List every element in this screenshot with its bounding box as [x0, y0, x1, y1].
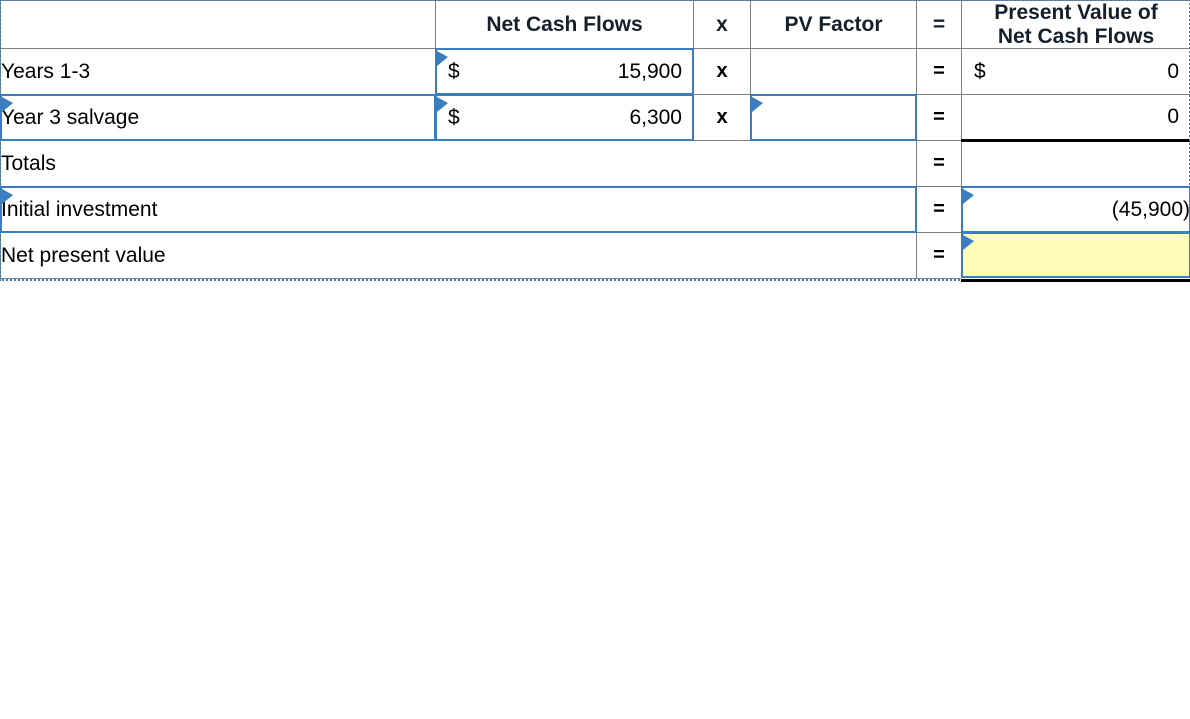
- ncf-value: 6,300: [629, 105, 682, 129]
- equals-operator-net-present-value: =: [916, 232, 962, 280]
- header-present-value-line2: Net Cash Flows: [997, 24, 1155, 48]
- table-row: Totals =: [0, 139, 1190, 188]
- pv-ncf-money-years-1-3: $ 0: [962, 49, 1190, 94]
- row-label-initial-investment[interactable]: Initial investment: [0, 186, 918, 234]
- pv-ncf-years-1-3: $ 0: [961, 48, 1190, 96]
- pv-factor-input-year-3-salvage[interactable]: [750, 94, 918, 142]
- ncf-value: 15,900: [617, 59, 682, 83]
- ncf-currency-symbol: $: [448, 59, 460, 83]
- pv-currency-symbol: $: [974, 59, 986, 83]
- header-row-label: [0, 0, 436, 50]
- row-label-net-present-value: Net present value: [0, 232, 917, 280]
- pv-ncf-net-present-value[interactable]: [961, 232, 1190, 283]
- ncf-input-year-3-salvage[interactable]: $ 6,300: [435, 94, 695, 142]
- pv-value: 0: [1167, 59, 1179, 83]
- header-times-operator: x: [693, 0, 751, 50]
- pv-value: (45,900): [1111, 197, 1190, 221]
- table-row: Net present value =: [0, 232, 1190, 283]
- pv-ncf-year-3-salvage: 0: [961, 94, 1190, 142]
- row-label-totals: Totals: [0, 140, 917, 188]
- input-marker-triangle-icon: [437, 51, 448, 67]
- times-operator-year-3-salvage: x: [693, 94, 751, 142]
- input-marker-triangle-icon: [2, 189, 13, 205]
- equals-operator-initial-investment: =: [916, 186, 962, 234]
- pv-value: 0: [1167, 105, 1179, 129]
- input-marker-triangle-icon: [963, 189, 974, 205]
- table-row: Initial investment = (45,900): [0, 186, 1190, 234]
- ncf-money-year-3-salvage: $ 6,300: [436, 95, 693, 140]
- row-label-years-1-3: Years 1-3: [0, 48, 436, 96]
- input-marker-triangle-icon: [752, 97, 763, 113]
- equals-operator-year-3-salvage: =: [916, 94, 962, 142]
- pv-ncf-initial-investment[interactable]: (45,900): [961, 186, 1190, 234]
- row-label-year-3-salvage[interactable]: Year 3 salvage: [0, 94, 437, 142]
- ncf-currency-symbol: $: [448, 105, 460, 129]
- header-equals-operator: =: [916, 0, 962, 50]
- ncf-money-years-1-3: $ 15,900: [436, 49, 693, 94]
- header-net-cash-flows: Net Cash Flows: [435, 0, 694, 50]
- table-row: Year 3 salvage $ 6,300 x = 0: [0, 94, 1190, 142]
- table-body: Years 1-3 $ 15,900 x = $ 0 Year 3 salvag…: [0, 48, 1190, 283]
- equals-operator-years-1-3: =: [916, 48, 962, 96]
- times-operator-years-1-3: x: [693, 48, 751, 96]
- row-label-year-3-salvage-text: Year 3 salvage: [1, 105, 140, 129]
- header-present-value: Present Value of Net Cash Flows: [961, 0, 1190, 50]
- equals-operator-totals: =: [916, 140, 962, 188]
- header-present-value-line1: Present Value of: [994, 1, 1158, 24]
- input-marker-triangle-icon: [963, 235, 974, 251]
- pv-ncf-money-year-3-salvage: 0: [962, 95, 1190, 139]
- npv-worksheet: Net Cash Flows x PV Factor = Present Val…: [0, 0, 1190, 283]
- header-row: Net Cash Flows x PV Factor = Present Val…: [0, 0, 1190, 50]
- header-pv-factor: PV Factor: [750, 0, 917, 50]
- npv-table: Net Cash Flows x PV Factor = Present Val…: [0, 0, 1190, 283]
- input-marker-triangle-icon: [2, 97, 13, 113]
- ncf-input-years-1-3[interactable]: $ 15,900: [435, 48, 695, 96]
- row-label-initial-investment-text: Initial investment: [1, 197, 158, 221]
- table-row: Years 1-3 $ 15,900 x = $ 0: [0, 48, 1190, 96]
- table-header: Net Cash Flows x PV Factor = Present Val…: [0, 0, 1190, 50]
- pv-factor-input-years-1-3[interactable]: [750, 48, 917, 96]
- pv-ncf-totals: [961, 139, 1190, 188]
- input-marker-triangle-icon: [437, 97, 448, 113]
